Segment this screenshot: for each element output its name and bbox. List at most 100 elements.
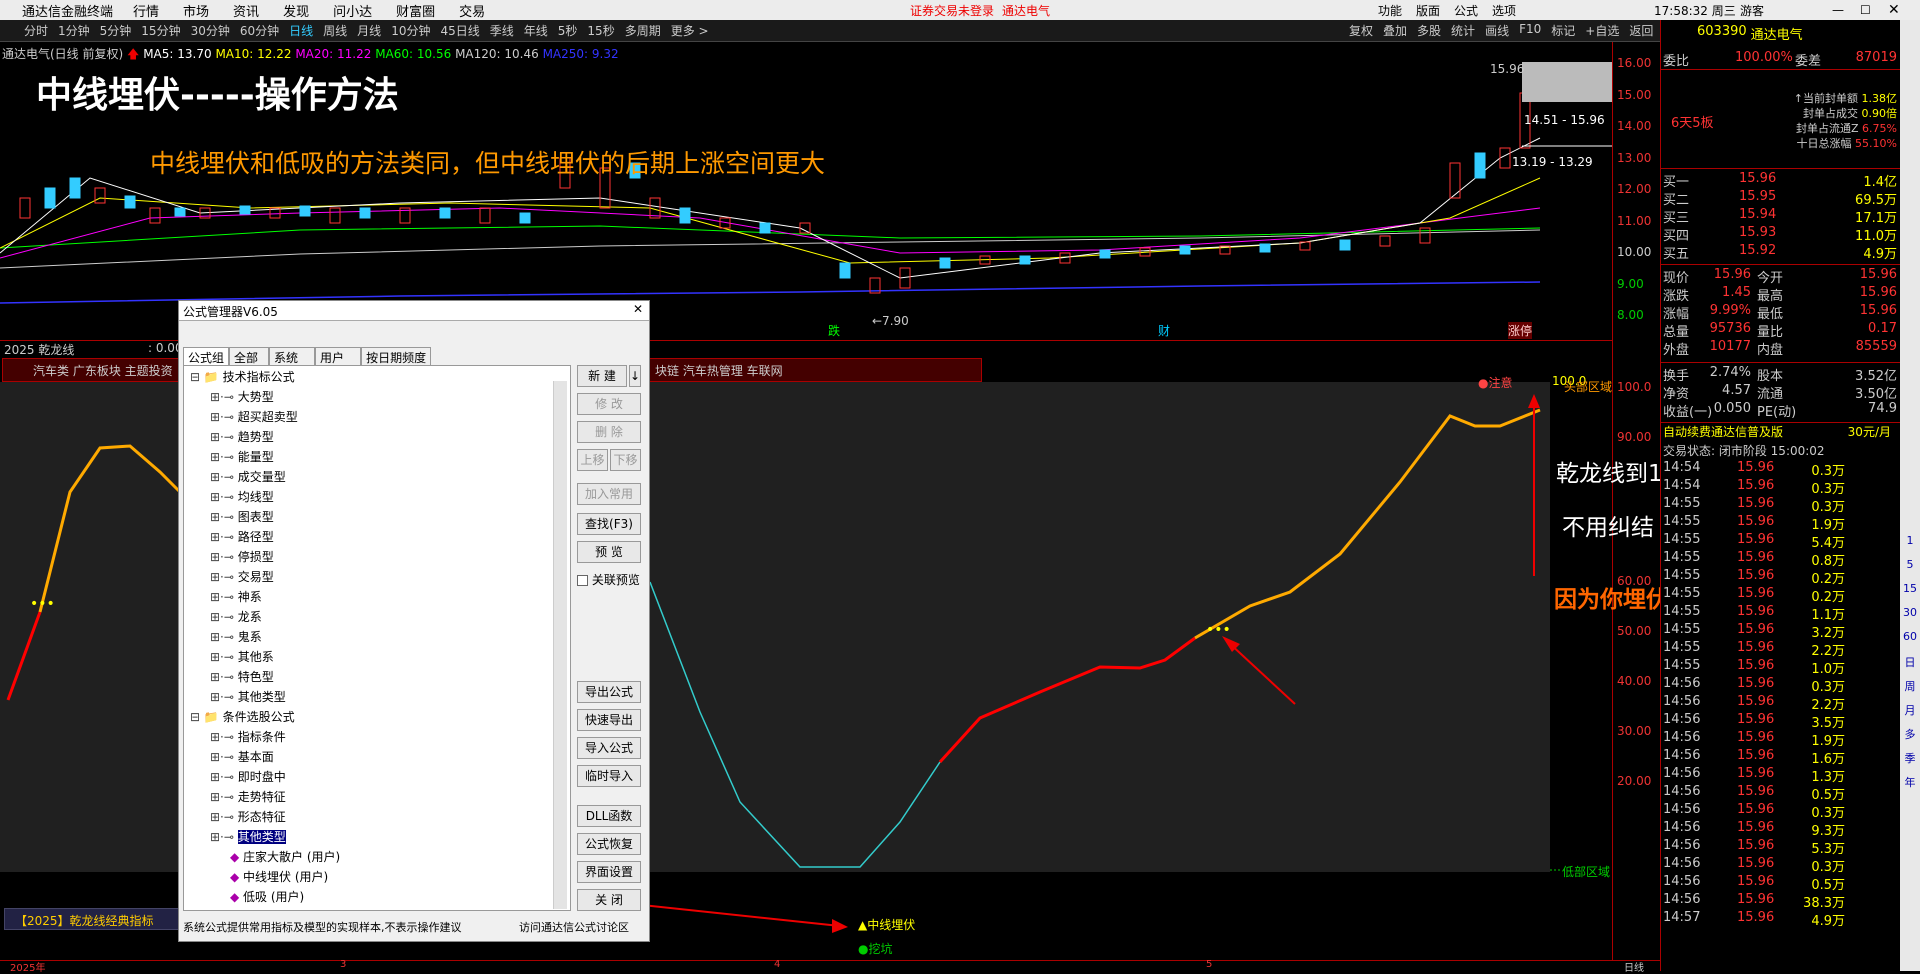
tool-draw[interactable]: 画线 xyxy=(1480,22,1514,39)
export-button[interactable]: 导出公式 xyxy=(577,681,641,703)
tree-category[interactable]: ⊞·⊸ 神系 xyxy=(210,588,262,606)
modify-button[interactable]: 修 改 xyxy=(577,393,641,415)
period-tab[interactable]: 年线 xyxy=(519,22,553,39)
menu-layout[interactable]: 版面 xyxy=(1416,2,1440,19)
tool-f10[interactable]: F10 xyxy=(1514,22,1546,39)
menu-function[interactable]: 功能 xyxy=(1378,2,1402,19)
delete-button[interactable]: 删 除 xyxy=(577,421,641,443)
tool-overlay[interactable]: 叠加 xyxy=(1378,22,1412,39)
period-tab[interactable]: 周线 xyxy=(318,22,352,39)
period-tab[interactable]: 15分钟 xyxy=(136,22,185,39)
tree-formula[interactable]: ◆ 庄家大散户 (用户) xyxy=(230,848,340,866)
tree-formula[interactable]: ◆ 低吸 (用户) xyxy=(230,888,304,906)
tree-category[interactable]: ⊞·⊸ 龙系 xyxy=(210,608,262,626)
tree-category[interactable]: ⊞·⊸ 其他类型 xyxy=(210,688,286,706)
tool-adjust[interactable]: 复权 xyxy=(1344,22,1378,39)
side-period-button[interactable]: 15 xyxy=(1900,582,1920,606)
period-tab[interactable]: 45日线 xyxy=(435,22,484,39)
tree-category[interactable]: ⊞·⊸ 路径型 xyxy=(210,528,274,546)
menu-quotes[interactable]: 行情 xyxy=(121,1,171,20)
period-tab-day[interactable]: 日线 xyxy=(284,22,318,39)
period-more[interactable]: 更多 > xyxy=(666,22,714,39)
period-tab[interactable]: 15秒 xyxy=(582,22,619,39)
move-up-button[interactable]: 上移 xyxy=(577,449,608,471)
tree-category[interactable]: ⊞·⊸ 超买超卖型 xyxy=(210,408,298,426)
side-period-button[interactable]: 30 xyxy=(1900,606,1920,630)
tree-category[interactable]: ⊞·⊸ 鬼系 xyxy=(210,628,262,646)
tree-category[interactable]: ⊞·⊸ 其他系 xyxy=(210,648,274,666)
menu-news[interactable]: 资讯 xyxy=(221,1,271,20)
side-period-button[interactable]: 周 xyxy=(1900,678,1920,702)
tree-category[interactable]: ⊞·⊸ 形态特征 xyxy=(210,808,286,826)
menu-ask[interactable]: 问小达 xyxy=(321,1,384,20)
tree-category[interactable]: ⊞·⊸ 趋势型 xyxy=(210,428,274,446)
period-tab[interactable]: 60分钟 xyxy=(235,22,284,39)
side-period-button[interactable]: 年 xyxy=(1900,774,1920,798)
period-tab[interactable]: 5秒 xyxy=(553,22,583,39)
tree-category[interactable]: ⊞·⊸ 均线型 xyxy=(210,488,274,506)
period-tab[interactable]: 分时 xyxy=(0,22,53,39)
ad-row[interactable]: 自动续费通达信普及版 30元/月 xyxy=(1661,422,1901,440)
period-tab[interactable]: 多周期 xyxy=(620,22,666,39)
menu-trade[interactable]: 交易 xyxy=(447,1,497,20)
period-tab[interactable]: 季线 xyxy=(485,22,519,39)
quick-export-button[interactable]: 快速导出 xyxy=(577,709,641,731)
move-down-button[interactable]: 下移 xyxy=(610,449,641,471)
dll-button[interactable]: DLL函数 xyxy=(577,805,641,827)
side-period-button[interactable]: 1 xyxy=(1900,534,1920,558)
dialog-close-icon[interactable]: ✕ xyxy=(633,302,643,316)
theme-text[interactable]: 汽车类 广东板块 主题投资 xyxy=(33,362,173,379)
period-tab[interactable]: 10分钟 xyxy=(386,22,435,39)
side-period-button[interactable]: 5 xyxy=(1900,558,1920,582)
tree-category[interactable]: ⊞·⊸ 停损型 xyxy=(210,548,274,566)
tree-category[interactable]: ⊞·⊸ 能量型 xyxy=(210,448,274,466)
menu-wealth[interactable]: 财富圈 xyxy=(384,1,447,20)
tree-folder[interactable]: ⊟ 📁 技术指标公式 xyxy=(190,368,295,386)
add-common-button[interactable]: 加入常用 xyxy=(577,483,641,505)
temp-import-button[interactable]: 临时导入 xyxy=(577,765,641,787)
menu-market[interactable]: 市场 xyxy=(171,1,221,20)
indicator-name[interactable]: 2025 乾龙线 xyxy=(4,341,74,358)
tree-category[interactable]: ⊞·⊸ 图表型 xyxy=(210,508,274,526)
menu-discover[interactable]: 发现 xyxy=(271,1,321,20)
side-period-button[interactable]: 多 xyxy=(1900,726,1920,750)
login-notice[interactable]: 证券交易未登录 xyxy=(910,2,994,19)
menu-formula[interactable]: 公式 xyxy=(1454,2,1478,19)
tree-category[interactable]: ⊞·⊸ 大势型 xyxy=(210,388,274,406)
side-period-button[interactable]: 日 xyxy=(1900,654,1920,678)
tree-category[interactable]: ⊞·⊸ 其他类型 xyxy=(210,828,286,846)
tree-category[interactable]: ⊞·⊸ 基本面 xyxy=(210,748,274,766)
tool-mark[interactable]: 标记 xyxy=(1546,22,1580,39)
period-tab[interactable]: 5分钟 xyxy=(95,22,137,39)
tree-category[interactable]: ⊞·⊸ 走势特征 xyxy=(210,788,286,806)
formula-tree[interactable]: ⊟ 📁 技术指标公式 ⊞·⊸ 大势型 ⊞·⊸ 超买超卖型 ⊞·⊸ 趋势型 ⊞·⊸ 能量型… xyxy=(183,365,571,911)
side-period-button[interactable]: 季 xyxy=(1900,750,1920,774)
new-button[interactable]: 新 建 xyxy=(577,365,627,387)
menu-options[interactable]: 选项 xyxy=(1492,2,1516,19)
checkbox-icon[interactable] xyxy=(577,575,588,586)
tree-category[interactable]: ⊞·⊸ 交易型 xyxy=(210,568,274,586)
forum-link[interactable]: 访问通达信公式讨论区 xyxy=(519,919,629,935)
tree-scrollbar[interactable] xyxy=(553,381,567,909)
minimize-icon[interactable]: — xyxy=(1832,3,1844,17)
tool-stats[interactable]: 统计 xyxy=(1446,22,1480,39)
tree-category[interactable]: ⊞·⊸ 即时盘中 xyxy=(210,768,286,786)
maximize-icon[interactable]: ☐ xyxy=(1860,3,1871,17)
tree-category[interactable]: ⊞·⊸ 指标条件 xyxy=(210,728,286,746)
close-button[interactable]: 关 闭 xyxy=(577,889,641,911)
tree-formula[interactable]: ◆ 中线埋伏 (用户) xyxy=(230,868,328,886)
ad-text[interactable]: 自动续费通达信普及版 xyxy=(1663,423,1783,440)
find-button[interactable]: 查找(F3) xyxy=(577,513,641,535)
new-dropdown-icon[interactable]: ↓ xyxy=(629,365,641,387)
tool-watchlist[interactable]: +自选 xyxy=(1580,22,1624,39)
close-icon[interactable]: ✕ xyxy=(1888,2,1900,18)
tool-multi[interactable]: 多股 xyxy=(1412,22,1446,39)
ui-settings-button[interactable]: 界面设置 xyxy=(577,861,641,883)
restore-button[interactable]: 公式恢复 xyxy=(577,833,641,855)
indicator-bottom-label[interactable]: 【2025】乾龙线经典指标 xyxy=(15,912,154,929)
guest-label[interactable]: 游客 xyxy=(1740,2,1764,19)
period-tab[interactable]: 1分钟 xyxy=(53,22,95,39)
preview-button[interactable]: 预 览 xyxy=(577,541,641,563)
side-period-button[interactable]: 月 xyxy=(1900,702,1920,726)
tool-back[interactable]: 返回 xyxy=(1624,22,1658,39)
